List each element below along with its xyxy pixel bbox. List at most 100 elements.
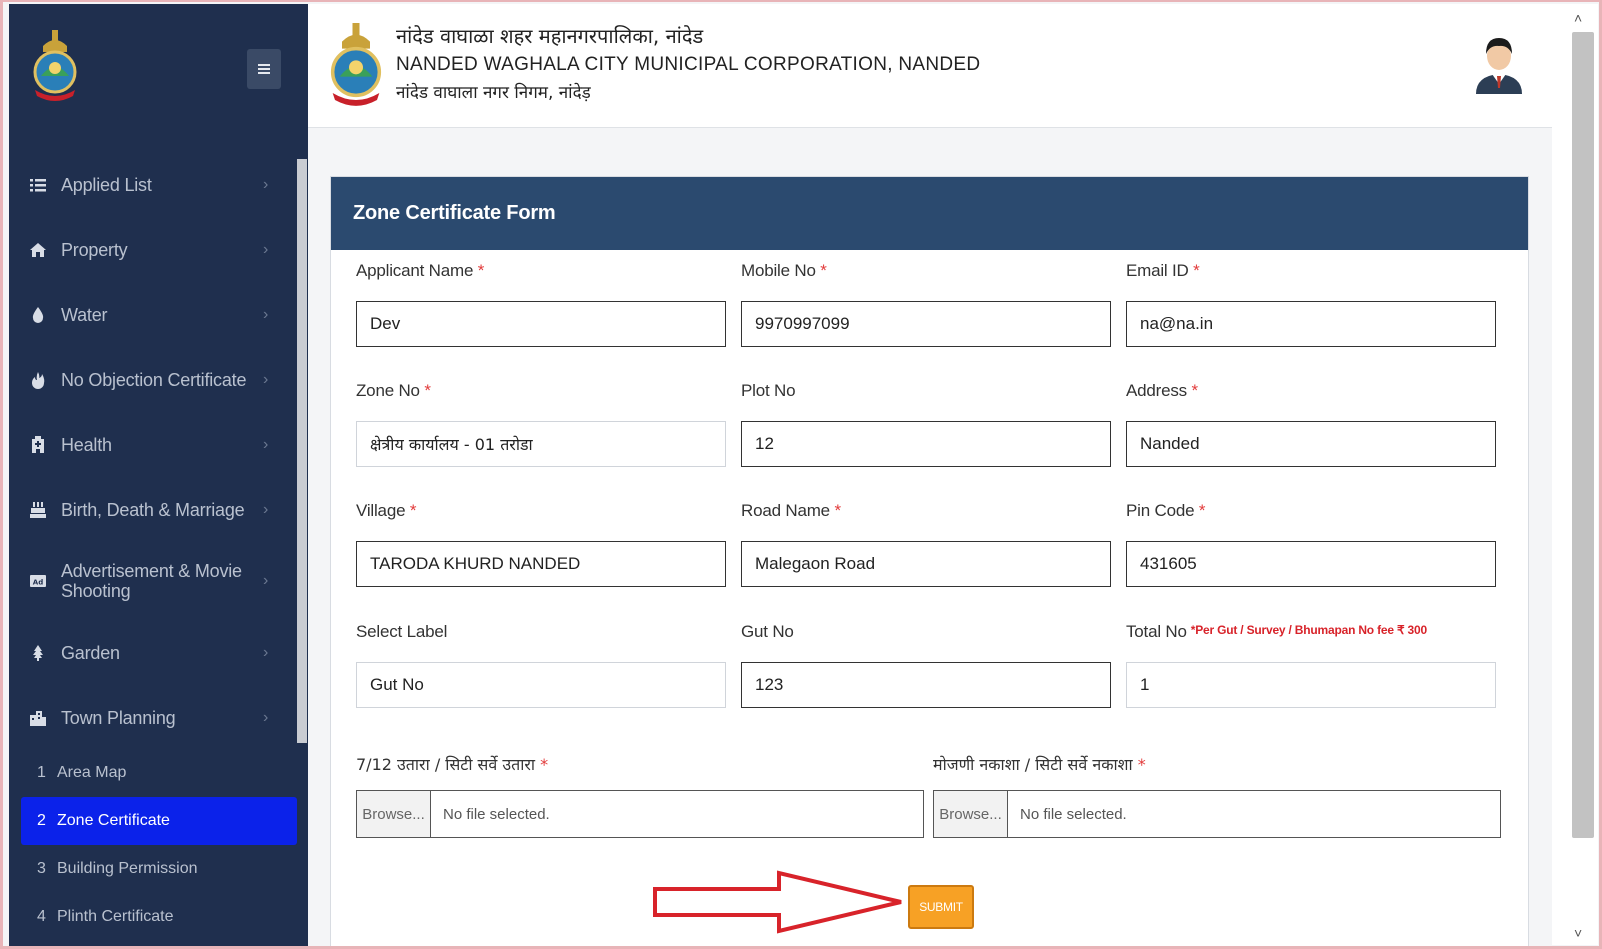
sidebar-item-garden[interactable]: Garden ›	[9, 620, 297, 685]
sidebar-nav: Applied List › Property › Water › No Obj…	[9, 152, 297, 750]
org-name-english: NANDED WAGHALA CITY MUNICIPAL CORPORATIO…	[396, 54, 981, 75]
plot-no-field: Plot No 12	[741, 381, 1111, 467]
mobile-no-input[interactable]: 9970997099	[741, 301, 1111, 347]
city-icon	[29, 709, 47, 727]
select-label-field: Select Label Gut No	[356, 622, 726, 708]
sidebar-item-health[interactable]: Health ›	[9, 412, 297, 477]
road-name-input[interactable]: Malegaon Road	[741, 541, 1111, 587]
chevron-right-icon: ›	[263, 435, 269, 453]
scroll-down-icon[interactable]: ˅	[1574, 925, 1582, 941]
road-name-label: Road Name *	[741, 501, 841, 520]
submenu-item-building-permission[interactable]: 3 Building Permission	[21, 845, 297, 893]
chevron-right-icon: ›	[263, 708, 269, 726]
hamburger-icon	[258, 64, 270, 74]
submenu-number: 3	[37, 860, 46, 877]
address-label: Address *	[1126, 381, 1198, 400]
submenu-item-plinth-certificate[interactable]: 4 Plinth Certificate	[21, 893, 297, 941]
scrollbar-thumb[interactable]	[1572, 32, 1594, 838]
submenu-label: Zone Certificate	[57, 812, 170, 829]
gut-no-input[interactable]: 123	[741, 662, 1111, 708]
village-input[interactable]: TARODA KHURD NANDED	[356, 541, 726, 587]
sidebar-item-property[interactable]: Property ›	[9, 217, 297, 282]
chevron-right-icon: ›	[263, 240, 269, 258]
gut-no-label: Gut No	[741, 622, 794, 641]
email-id-field: Email ID * na@na.in	[1126, 261, 1496, 347]
plot-no-label: Plot No	[741, 381, 796, 400]
submenu-label: Building Permission	[57, 860, 198, 877]
tree-icon	[29, 644, 47, 662]
svg-text:Ad: Ad	[33, 579, 43, 587]
form-title: Zone Certificate Form	[331, 177, 1528, 250]
home-icon	[29, 241, 47, 259]
file-status: No file selected.	[1020, 805, 1127, 823]
hamburger-menu-button[interactable]	[247, 49, 281, 89]
annotation-arrow-icon	[653, 870, 902, 934]
cake-icon	[29, 501, 47, 519]
pin-code-input[interactable]: 431605	[1126, 541, 1496, 587]
chevron-right-icon: ›	[263, 572, 269, 589]
pin-code-field: Pin Code * 431605	[1126, 501, 1496, 587]
sidebar-item-label: Applied List	[61, 174, 152, 195]
sidebar-item-label: Water	[61, 304, 108, 325]
organization-name: नांदेड वाघाळा शहर महानगरपालिका, नांदेड N…	[396, 22, 980, 106]
water-drop-icon	[29, 306, 47, 324]
scroll-up-icon[interactable]: ˄	[1574, 10, 1582, 26]
zone-certificate-form: Zone Certificate Form Applicant Name * D…	[330, 176, 1529, 949]
select-label-dropdown[interactable]: Gut No	[356, 662, 726, 708]
ad-icon: Ad	[29, 572, 47, 590]
total-no-field: Total No *Per Gut / Survey / Bhumapan No …	[1126, 622, 1506, 708]
corporation-logo	[328, 16, 384, 114]
upload-map-label: मोजणी नकाशा / सिटी सर्वे नकाशा *	[933, 755, 1146, 774]
sidebar-item-label: Health	[61, 434, 112, 455]
browse-button[interactable]: Browse...	[357, 791, 431, 837]
sidebar-item-advertisement[interactable]: Ad Advertisement & Movie Shooting ›	[9, 542, 297, 620]
zone-no-select[interactable]: क्षेत्रीय कार्यालय - 01 तरोडा	[356, 421, 726, 467]
sidebar-item-label: Town Planning	[61, 707, 176, 728]
chevron-right-icon: ›	[263, 370, 269, 388]
file-status: No file selected.	[443, 805, 550, 823]
upload-map-input[interactable]: Browse... No file selected.	[933, 790, 1501, 838]
address-input[interactable]: Nanded	[1126, 421, 1496, 467]
gut-no-field: Gut No 123	[741, 622, 1111, 708]
zone-no-label: Zone No *	[356, 381, 431, 400]
sidebar-item-town-planning[interactable]: Town Planning ›	[9, 685, 297, 750]
user-avatar[interactable]	[1474, 32, 1524, 94]
submenu-item-area-map[interactable]: 1 Area Map	[21, 749, 297, 797]
upload-712-label: 7/12 उतारा / सिटी सर्वे उतारा *	[356, 755, 549, 774]
town-planning-submenu: 1 Area Map 2 Zone Certificate 3 Building…	[21, 749, 297, 941]
submenu-number: 4	[37, 908, 46, 925]
total-no-input[interactable]: 1	[1126, 662, 1496, 708]
upload-712-input[interactable]: Browse... No file selected.	[356, 790, 924, 838]
submenu-number: 1	[37, 764, 46, 781]
sidebar-item-birth-death-marriage[interactable]: Birth, Death & Marriage ›	[9, 477, 297, 542]
applicant-name-field: Applicant Name * Dev	[356, 261, 726, 347]
submenu-number: 2	[37, 812, 46, 829]
upload-map-field: मोजणी नकाशा / सिटी सर्वे नकाशा * Browse.…	[933, 753, 1501, 838]
submit-button[interactable]: SUBMIT	[908, 885, 974, 929]
address-field: Address * Nanded	[1126, 381, 1496, 467]
plot-no-input[interactable]: 12	[741, 421, 1111, 467]
sidebar-scrollbar[interactable]	[297, 159, 307, 743]
sidebar-brand	[9, 4, 308, 136]
sidebar-item-noc[interactable]: No Objection Certificate ›	[9, 347, 297, 412]
sidebar-item-label: Advertisement & Movie Shooting	[61, 561, 242, 601]
hospital-icon	[29, 435, 47, 454]
zone-no-field: Zone No * क्षेत्रीय कार्यालय - 01 तरोडा	[356, 381, 726, 467]
corporation-logo	[31, 28, 79, 104]
sidebar-item-applied-list[interactable]: Applied List ›	[9, 152, 297, 217]
select-label-label: Select Label	[356, 622, 448, 641]
email-id-input[interactable]: na@na.in	[1126, 301, 1496, 347]
sidebar-item-water[interactable]: Water ›	[9, 282, 297, 347]
sidebar: Applied List › Property › Water › No Obj…	[9, 4, 308, 949]
browse-button[interactable]: Browse...	[934, 791, 1008, 837]
applicant-name-label: Applicant Name *	[356, 261, 485, 280]
page-scrollbar[interactable]: ˄ ˅	[1552, 4, 1598, 945]
submenu-item-zone-certificate[interactable]: 2 Zone Certificate	[21, 797, 297, 845]
sidebar-item-label: No Objection Certificate	[61, 369, 247, 390]
chevron-right-icon: ›	[263, 643, 269, 661]
email-id-label: Email ID *	[1126, 261, 1200, 280]
village-field: Village * TARODA KHURD NANDED	[356, 501, 726, 587]
fee-note: *Per Gut / Survey / Bhumapan No fee ₹ 30…	[1190, 623, 1427, 637]
mobile-no-label: Mobile No *	[741, 261, 827, 280]
applicant-name-input[interactable]: Dev	[356, 301, 726, 347]
